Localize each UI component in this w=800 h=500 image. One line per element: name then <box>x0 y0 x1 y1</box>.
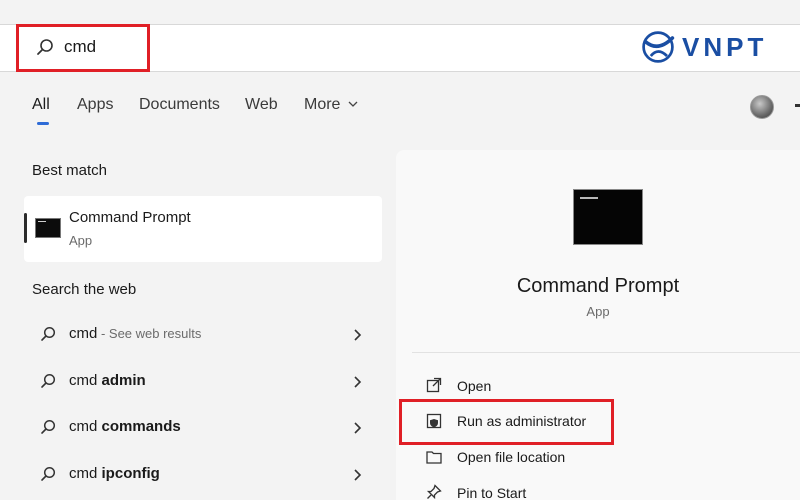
vnpt-logo: VNPT <box>640 28 800 66</box>
tab-active-indicator <box>37 122 49 125</box>
web-result-suggestion: commands <box>101 418 181 435</box>
chevron-right-icon <box>354 422 362 434</box>
web-result-query: cmd <box>69 372 102 389</box>
pin-icon <box>426 484 442 500</box>
action-label: Pin to Start <box>457 485 527 500</box>
web-result-item[interactable]: cmd admin <box>0 361 390 401</box>
web-result-item[interactable]: cmd - See web results <box>0 314 390 354</box>
tab-more-label: More <box>304 96 341 113</box>
web-result-hint: - See web results <box>97 326 202 341</box>
chevron-down-icon <box>348 101 358 107</box>
chevron-right-icon <box>354 376 362 388</box>
open-external-icon <box>426 377 442 393</box>
folder-icon <box>426 451 442 464</box>
tab-apps[interactable]: Apps <box>77 96 113 114</box>
search-highlight-box <box>16 24 150 72</box>
action-pin-to-start[interactable]: Pin to Start <box>396 476 800 500</box>
web-result-text: cmd ipconfig <box>69 465 160 482</box>
web-result-item[interactable]: cmd ipconfig <box>0 454 390 494</box>
logo-text: VNPT <box>682 31 768 62</box>
vnpt-logo-icon <box>642 31 675 63</box>
search-icon <box>41 419 56 434</box>
web-result-suggestion: admin <box>101 372 146 389</box>
search-web-heading: Search the web <box>32 281 137 298</box>
web-result-text: cmd commands <box>69 418 181 435</box>
command-prompt-icon <box>35 218 61 238</box>
search-icon <box>41 466 56 481</box>
divider <box>412 352 800 353</box>
tab-all[interactable]: All <box>32 96 50 114</box>
command-prompt-large-icon <box>573 189 643 245</box>
tab-documents[interactable]: Documents <box>139 96 220 114</box>
web-result-query: cmd <box>69 418 102 435</box>
action-label: Open file location <box>457 449 566 465</box>
best-match-heading: Best match <box>32 162 108 179</box>
search-icon <box>41 326 56 341</box>
details-subtitle: App <box>586 304 610 319</box>
web-result-query: cmd <box>69 325 98 342</box>
action-label: Open <box>457 378 492 394</box>
selection-indicator <box>24 213 27 243</box>
best-match-subtitle: App <box>69 233 93 248</box>
web-result-text: cmd admin <box>69 372 146 389</box>
search-icon <box>41 373 56 388</box>
web-result-text: cmd - See web results <box>69 325 201 342</box>
best-match-title: Command Prompt <box>69 209 191 226</box>
avatar[interactable] <box>750 95 774 119</box>
tab-more[interactable]: More <box>304 96 358 114</box>
tab-web[interactable]: Web <box>245 96 278 114</box>
action-open[interactable]: Open <box>396 369 800 403</box>
action-open-file-location[interactable]: Open file location <box>396 440 800 474</box>
details-title: Command Prompt <box>516 275 680 297</box>
web-result-query: cmd <box>69 465 102 482</box>
overflow-dots-icon[interactable] <box>795 104 800 107</box>
web-result-item[interactable]: cmd commands <box>0 407 390 447</box>
web-result-suggestion: ipconfig <box>101 465 160 482</box>
chevron-right-icon <box>354 329 362 341</box>
run-as-admin-highlight-box <box>399 399 614 445</box>
chevron-right-icon <box>354 469 362 481</box>
best-match-result[interactable] <box>24 196 382 262</box>
